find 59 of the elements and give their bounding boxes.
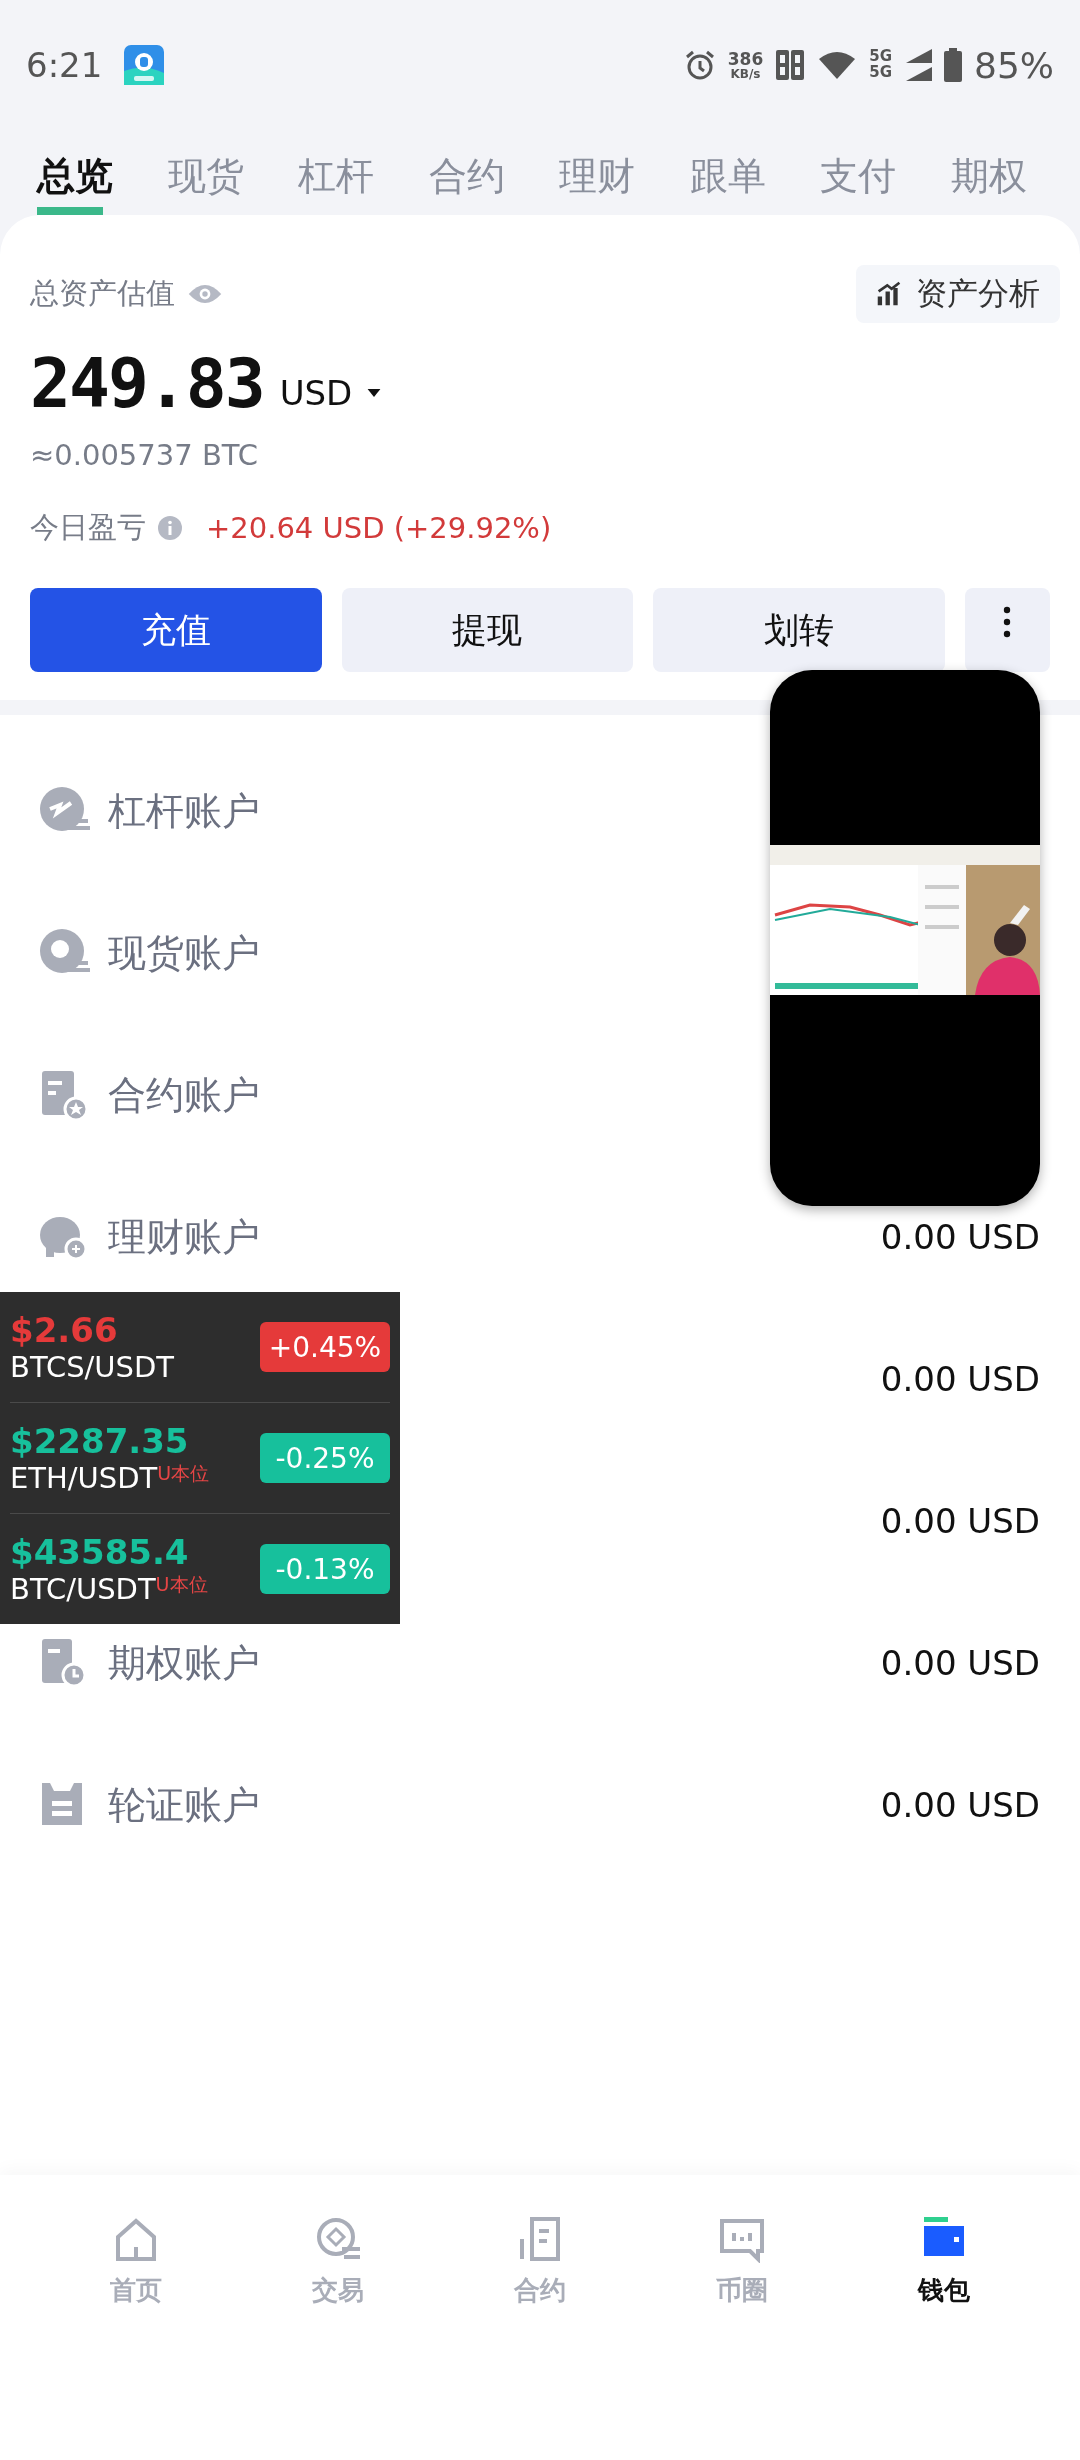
btc-equivalent: ≈0.005737 BTC	[30, 438, 260, 474]
alarm-icon	[683, 49, 716, 81]
more-icon	[1003, 604, 1012, 640]
action-button[interactable]: 划转	[653, 588, 945, 672]
total-balance: 249.83	[30, 344, 264, 423]
change-badge: -0.13%	[260, 1544, 390, 1594]
account-name[interactable]: 理财账户	[108, 1211, 260, 1263]
caret-icon	[366, 387, 383, 399]
signal-icon	[904, 48, 932, 82]
network-type: 5G	[869, 49, 892, 65]
total-assets-label: 总资产估值	[30, 275, 175, 312]
pnl-label: 今日盈亏	[30, 509, 146, 546]
nav-tab[interactable]: 钱包	[843, 2215, 1045, 2308]
price: $2.66	[10, 1309, 119, 1351]
tab[interactable]: 期权	[938, 130, 1069, 215]
wifi-icon	[817, 49, 858, 81]
currency-selector[interactable]: USD	[279, 373, 383, 413]
tab[interactable]: 跟单	[677, 130, 808, 215]
trading-pair: ETH/USDT	[10, 1461, 158, 1496]
price: $2287.35	[10, 1420, 190, 1462]
tab[interactable]: 总览	[25, 130, 156, 215]
action-button[interactable]: 充值	[30, 588, 322, 672]
price: $43585.4	[10, 1531, 190, 1573]
asset-analysis-button[interactable]: 资产分析	[856, 265, 1060, 323]
hd-sim-icon	[775, 49, 806, 81]
change-badge: -0.25%	[260, 1433, 390, 1483]
account-balance: 0.00 USD	[880, 1217, 1040, 1257]
account-name[interactable]: 轮证账户	[108, 1779, 260, 1831]
info-icon	[158, 516, 182, 540]
account-balance: 0.00 USD	[880, 1501, 1040, 1541]
video-window[interactable]	[770, 670, 1040, 1206]
account-name[interactable]: 现货账户	[108, 927, 260, 979]
tab[interactable]: 支付	[808, 130, 939, 215]
tab[interactable]: 理财	[547, 130, 678, 215]
more-button[interactable]	[965, 588, 1050, 672]
clock: 6:21	[26, 45, 103, 85]
tab[interactable]: 杠杆	[286, 130, 417, 215]
account-balance: 0.00 USD	[880, 1643, 1040, 1683]
battery-icon	[944, 48, 962, 82]
tab[interactable]: 合约	[416, 130, 547, 215]
speed-unit: KB/s	[730, 67, 761, 80]
trading-pair: BTC/USDT	[10, 1572, 156, 1607]
market-tag: U本位	[157, 1461, 210, 1488]
account-name[interactable]: 合约账户	[108, 1069, 260, 1121]
market-tag: U本位	[155, 1572, 208, 1599]
action-button[interactable]: 提现	[341, 588, 634, 672]
tab[interactable]: 现货	[155, 130, 286, 215]
account-name[interactable]: 杠杆账户	[108, 785, 260, 837]
account-name[interactable]: 期权账户	[108, 1637, 260, 1689]
change-badge: +0.45%	[260, 1322, 390, 1372]
account-balance: 0.00 USD	[880, 1785, 1040, 1825]
network-type: 5G	[869, 65, 892, 81]
app-icon	[124, 45, 165, 85]
account-balance: 0.00 USD	[880, 1359, 1040, 1399]
battery-level: 85%	[974, 44, 1054, 86]
chart-icon	[876, 281, 902, 307]
pnl-value: +20.64 USD (+29.92%)	[206, 511, 552, 545]
network-speed: 386	[727, 50, 764, 68]
trading-pair: BTCS/USDT	[10, 1350, 175, 1385]
